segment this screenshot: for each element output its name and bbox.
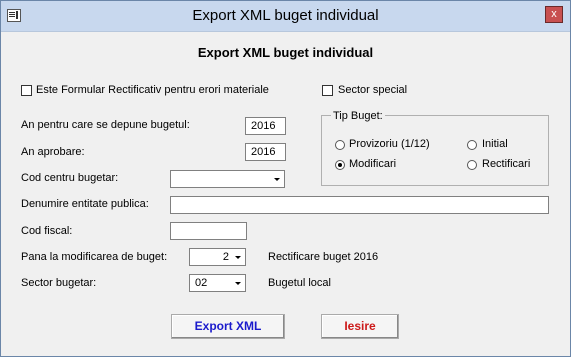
tip-buget-group — [321, 115, 549, 186]
radio-initial-label: Initial — [482, 138, 508, 150]
window-title: Export XML buget individual — [192, 7, 379, 24]
an-buget-label: An pentru care se depune bugetul: — [21, 119, 190, 131]
chevron-down-icon[interactable] — [232, 250, 244, 264]
denumire-label: Denumire entitate publica: — [21, 198, 149, 210]
cod-centru-label: Cod centru bugetar: — [21, 172, 119, 184]
radio-rectificari-label: Rectificari — [482, 158, 531, 170]
radio-provizoriu[interactable] — [335, 140, 345, 150]
close-button[interactable]: x — [545, 6, 563, 23]
rectificativ-checkbox[interactable] — [21, 85, 32, 96]
tip-buget-legend: Tip Buget: — [331, 110, 385, 122]
radio-rectificari[interactable] — [467, 160, 477, 170]
form-title: Export XML buget individual — [197, 45, 374, 60]
sector-combo[interactable]: 02 — [189, 274, 246, 292]
an-buget-input[interactable]: 2016 — [245, 117, 286, 135]
chevron-down-icon[interactable] — [232, 276, 244, 290]
exit-label: Iesire — [344, 319, 376, 333]
pana-la-value: 2 — [222, 251, 229, 263]
title-bar[interactable]: Export XML buget individual x — [1, 1, 570, 32]
sector-info: Bugetul local — [268, 277, 331, 289]
radio-initial[interactable] — [467, 140, 477, 150]
cod-centru-combo[interactable] — [170, 170, 285, 188]
pana-la-info: Rectificare buget 2016 — [268, 251, 379, 263]
radio-modificari[interactable] — [335, 160, 345, 170]
radio-provizoriu-label: Provizoriu (1/12) — [349, 138, 430, 150]
rectificativ-label: Este Formular Rectificativ pentru erori … — [36, 84, 269, 96]
cod-fiscal-input[interactable] — [170, 222, 247, 240]
chevron-down-icon[interactable] — [271, 172, 283, 186]
an-aprobare-label: An aprobare: — [21, 146, 85, 158]
sector-value: 02 — [195, 277, 208, 289]
an-aprobare-input[interactable]: 2016 — [245, 143, 286, 161]
export-xml-button[interactable]: Export XML — [171, 314, 285, 339]
exit-button[interactable]: Iesire — [321, 314, 399, 339]
export-xml-window: Export XML buget individual x Export XML… — [0, 0, 571, 357]
pana-la-combo[interactable]: 2 — [189, 248, 246, 266]
sector-special-label: Sector special — [338, 84, 408, 96]
export-xml-label: Export XML — [194, 319, 262, 333]
radio-modificari-label: Modificari — [349, 158, 397, 170]
sector-label: Sector bugetar: — [21, 277, 97, 289]
sector-special-checkbox[interactable] — [322, 85, 333, 96]
pana-la-label: Pana la modificarea de buget: — [21, 251, 168, 263]
denumire-input[interactable] — [170, 196, 549, 214]
cod-fiscal-label: Cod fiscal: — [21, 225, 73, 237]
